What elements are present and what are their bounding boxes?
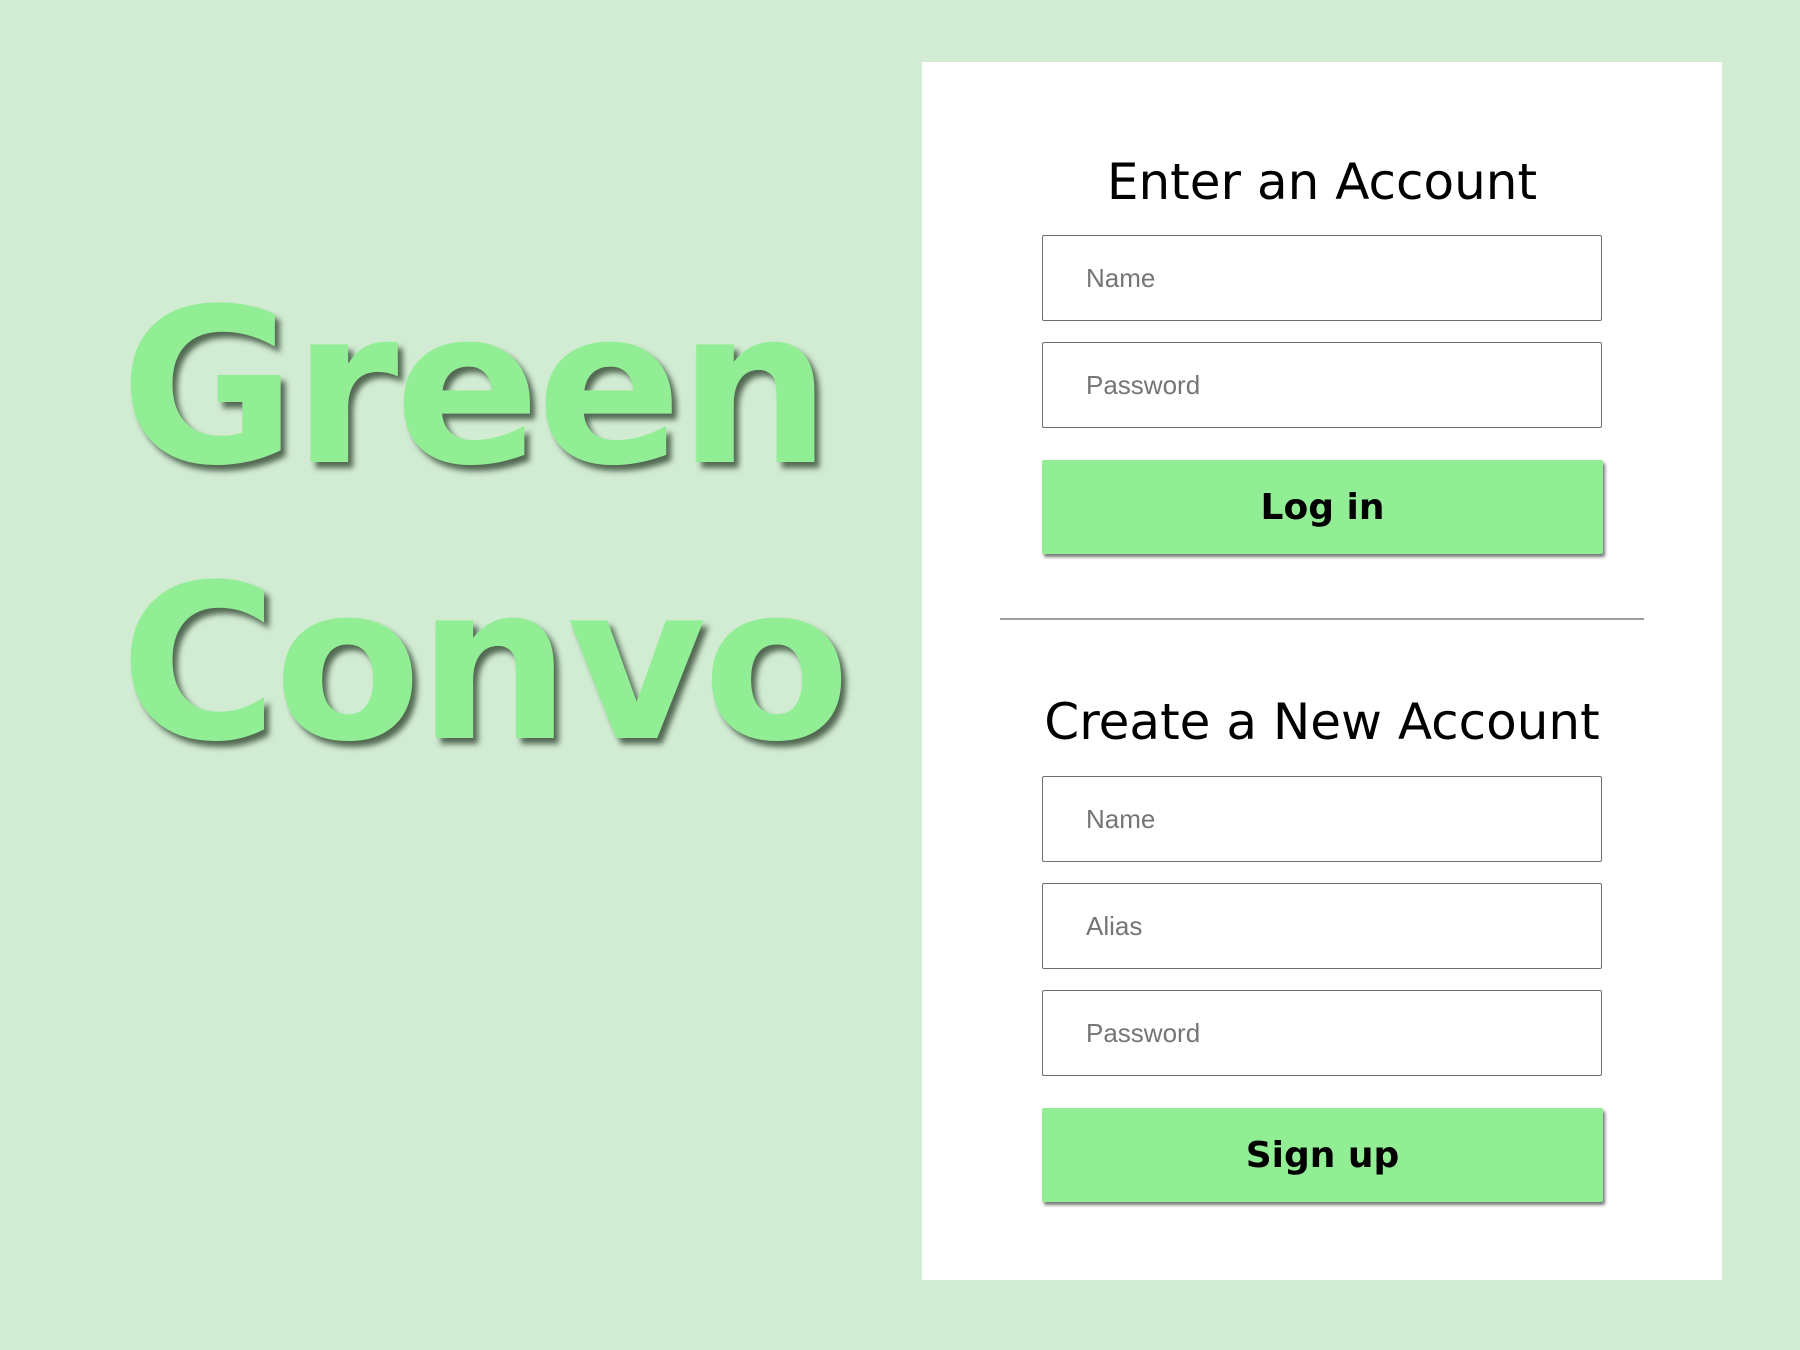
login-name-input[interactable] bbox=[1042, 235, 1602, 321]
brand-logo: Green Convo bbox=[120, 250, 850, 802]
signup-password-input[interactable] bbox=[1042, 990, 1602, 1076]
signup-heading: Create a New Account bbox=[1044, 693, 1600, 751]
login-button[interactable]: Log in bbox=[1042, 460, 1603, 554]
auth-panel: Enter an Account Log in Create a New Acc… bbox=[922, 62, 1722, 1280]
signup-button[interactable]: Sign up bbox=[1042, 1108, 1603, 1202]
brand-line-2: Convo bbox=[120, 538, 850, 789]
section-divider bbox=[1000, 618, 1644, 620]
brand-line-1: Green bbox=[120, 262, 831, 513]
login-heading: Enter an Account bbox=[1106, 153, 1538, 211]
signup-alias-input[interactable] bbox=[1042, 883, 1602, 969]
signup-name-input[interactable] bbox=[1042, 776, 1602, 862]
login-password-input[interactable] bbox=[1042, 342, 1602, 428]
